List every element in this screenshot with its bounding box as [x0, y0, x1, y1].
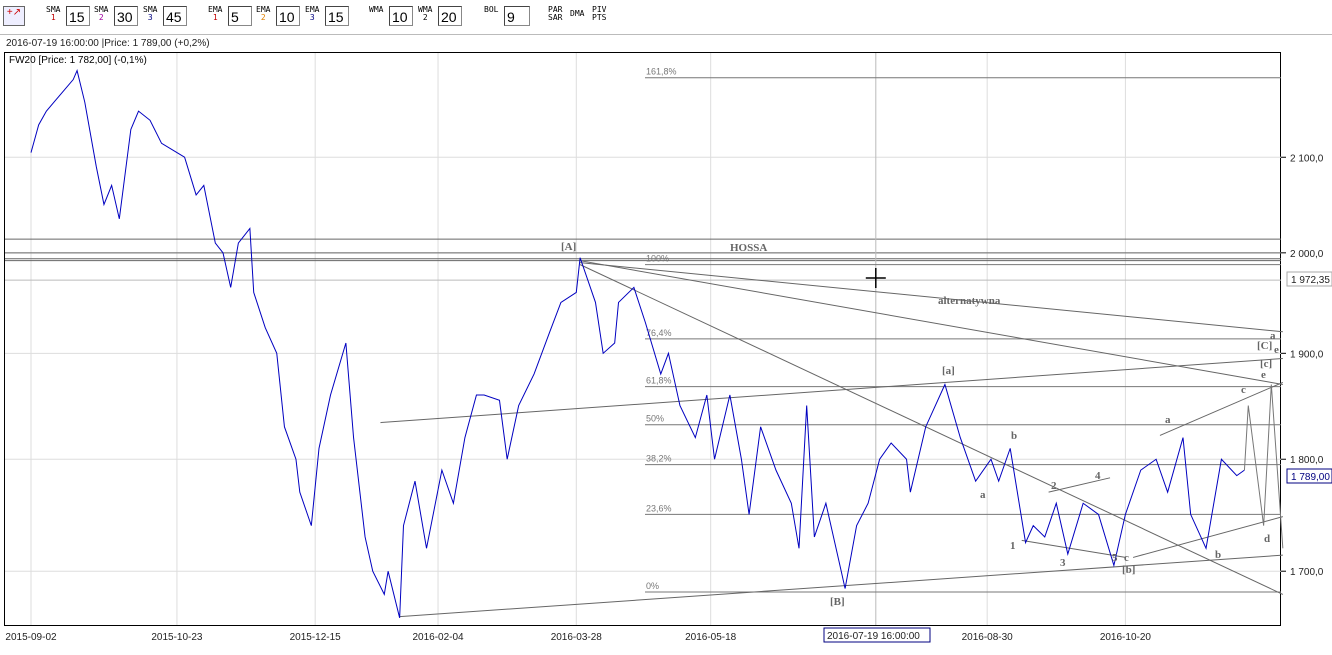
wave-label: [b]: [1122, 564, 1135, 576]
fib-level-label: 50%: [646, 414, 664, 424]
wave-label: [B]: [830, 596, 845, 608]
fib-level-label: 161,8%: [646, 67, 677, 77]
wave-label: [c]: [1260, 358, 1272, 370]
wave-label: HOSSA: [730, 242, 767, 254]
wave-label: a: [1165, 414, 1171, 426]
fib-level-label: 23,6%: [646, 503, 672, 513]
x-tick-label: 2016-03-28: [551, 632, 603, 643]
trendline: [1021, 539, 1126, 558]
wave-label: 3: [1060, 557, 1066, 569]
wave-label: 1: [1010, 540, 1016, 552]
fib-level-label: 61,8%: [646, 376, 672, 386]
y-tick-label: 1 800,0: [1290, 455, 1324, 466]
fib-level-label: 38,2%: [646, 454, 672, 464]
wave-label: e: [1274, 344, 1279, 356]
wave-label: c: [1124, 552, 1129, 564]
wave-label: b: [1011, 430, 1017, 442]
x-tick-label: 2015-10-23: [151, 632, 203, 643]
wave-label: a: [1270, 330, 1276, 342]
x-tick-label: 2015-12-15: [290, 632, 342, 643]
trendline: [380, 357, 1283, 424]
x-tick-label: 2016-08-30: [962, 632, 1014, 643]
wave-label: d: [1264, 533, 1270, 545]
wave-label: a: [980, 489, 986, 501]
wave-label: alternatywna: [938, 295, 1001, 307]
price-line-projection: [1243, 384, 1284, 549]
wave-label: 4: [1095, 470, 1101, 482]
x-tick-label: 2016-02-04: [412, 632, 464, 643]
crosshair-date-label: 2016-07-19 16:00:00: [827, 631, 920, 642]
wave-label: [a]: [942, 365, 955, 377]
chart-title: FW20 [Price: 1 782,00] (-0,1%): [9, 55, 147, 66]
x-tick-label: 2016-05-18: [685, 632, 737, 643]
wave-label: [A]: [561, 241, 576, 253]
crosshair-price-label: 1 972,35: [1291, 275, 1330, 286]
y-tick-label: 2 000,0: [1290, 249, 1324, 260]
fib-level-label: 100%: [646, 254, 669, 264]
wave-label: c: [1241, 384, 1246, 396]
trendline: [1159, 381, 1284, 436]
wave-label: 2: [1051, 480, 1057, 492]
trendline: [1048, 477, 1111, 493]
x-tick-label: 2016-10-20: [1100, 632, 1152, 643]
y-tick-label: 1 900,0: [1290, 349, 1324, 360]
wave-label: 5: [1112, 552, 1118, 564]
y-tick-label: 2 100,0: [1290, 153, 1324, 164]
x-tick-label: 2015-09-02: [5, 632, 57, 643]
fib-level-label: 0%: [646, 581, 659, 591]
wave-label: e: [1261, 369, 1266, 381]
crosshair-cursor-icon: [865, 268, 886, 288]
current-price-label: 1 789,00: [1291, 472, 1330, 483]
y-tick-label: 1 700,0: [1290, 567, 1324, 578]
price-line-FW20: [30, 69, 1245, 618]
price-chart: 2 100,0 2 000,0 1 900,0 1 800,0 1 700,0 2015-…: [5, 53, 1332, 643]
trendline: [580, 262, 1283, 333]
wave-label: b: [1215, 549, 1221, 561]
